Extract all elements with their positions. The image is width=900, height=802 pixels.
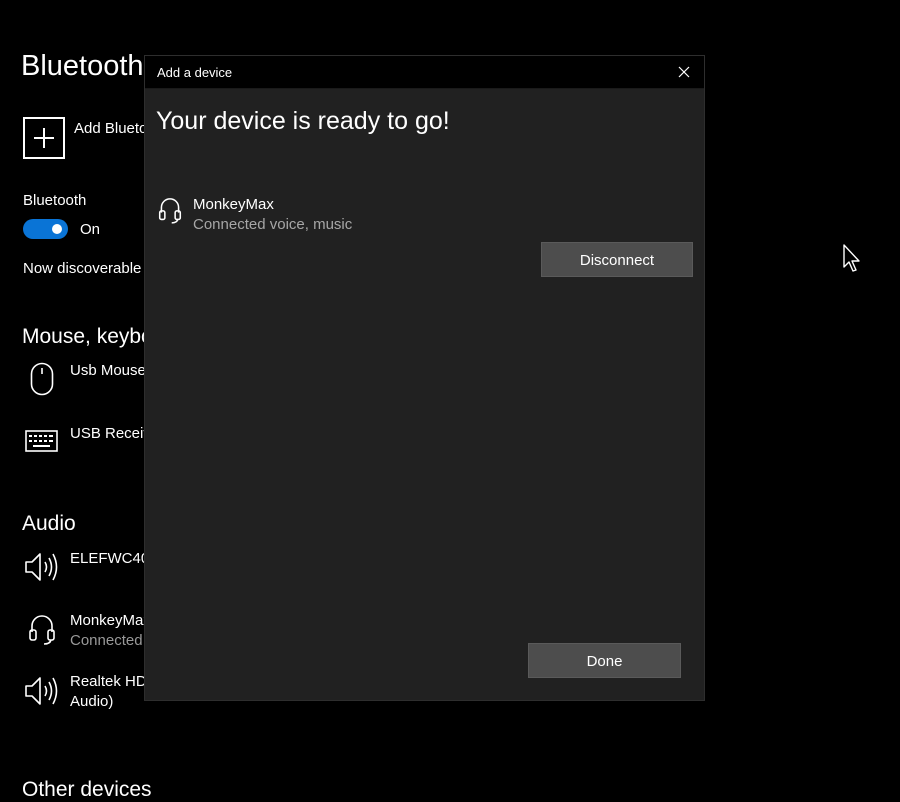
close-icon[interactable]	[674, 62, 694, 82]
bluetooth-label: Bluetooth	[23, 192, 87, 209]
add-device-dialog: Add a device Your device is ready to go!…	[144, 55, 705, 701]
speaker-icon	[24, 551, 60, 588]
discoverable-text: Now discoverable a	[23, 260, 154, 277]
section-title-audio: Audio	[22, 512, 76, 535]
page-title: Bluetooth	[21, 50, 144, 82]
connected-device-name: MonkeyMax	[193, 196, 274, 213]
device-name-usb-mouse[interactable]: Usb Mouse	[70, 362, 146, 379]
disconnect-button[interactable]: Disconnect	[541, 242, 693, 277]
speaker-icon	[24, 675, 60, 712]
bluetooth-toggle-state: On	[80, 221, 101, 238]
mouse-icon	[30, 362, 54, 401]
device-name-realtek[interactable]: Realtek HD	[70, 673, 147, 690]
connected-device-status: Connected voice, music	[193, 216, 353, 233]
device-name-realtek-line2: Audio)	[70, 693, 114, 710]
keyboard-icon	[25, 430, 58, 457]
section-title-other-devices: Other devices	[22, 778, 152, 801]
headset-icon	[28, 612, 56, 651]
mouse-cursor-icon	[842, 243, 864, 278]
done-button[interactable]: Done	[528, 643, 681, 678]
device-name-monkeymax[interactable]: MonkeyMax	[70, 612, 151, 629]
dialog-titlebar[interactable]: Add a device	[145, 56, 704, 89]
dialog-title: Add a device	[157, 65, 233, 80]
device-status-monkeymax: Connected v	[70, 632, 155, 649]
headset-icon	[158, 195, 182, 230]
add-device-icon[interactable]	[23, 117, 65, 159]
bluetooth-toggle[interactable]	[23, 219, 68, 239]
dialog-heading: Your device is ready to go!	[156, 107, 450, 135]
section-title-mouse: Mouse, keybo	[22, 325, 153, 348]
add-device-button[interactable]: Add Blueto	[74, 120, 147, 137]
